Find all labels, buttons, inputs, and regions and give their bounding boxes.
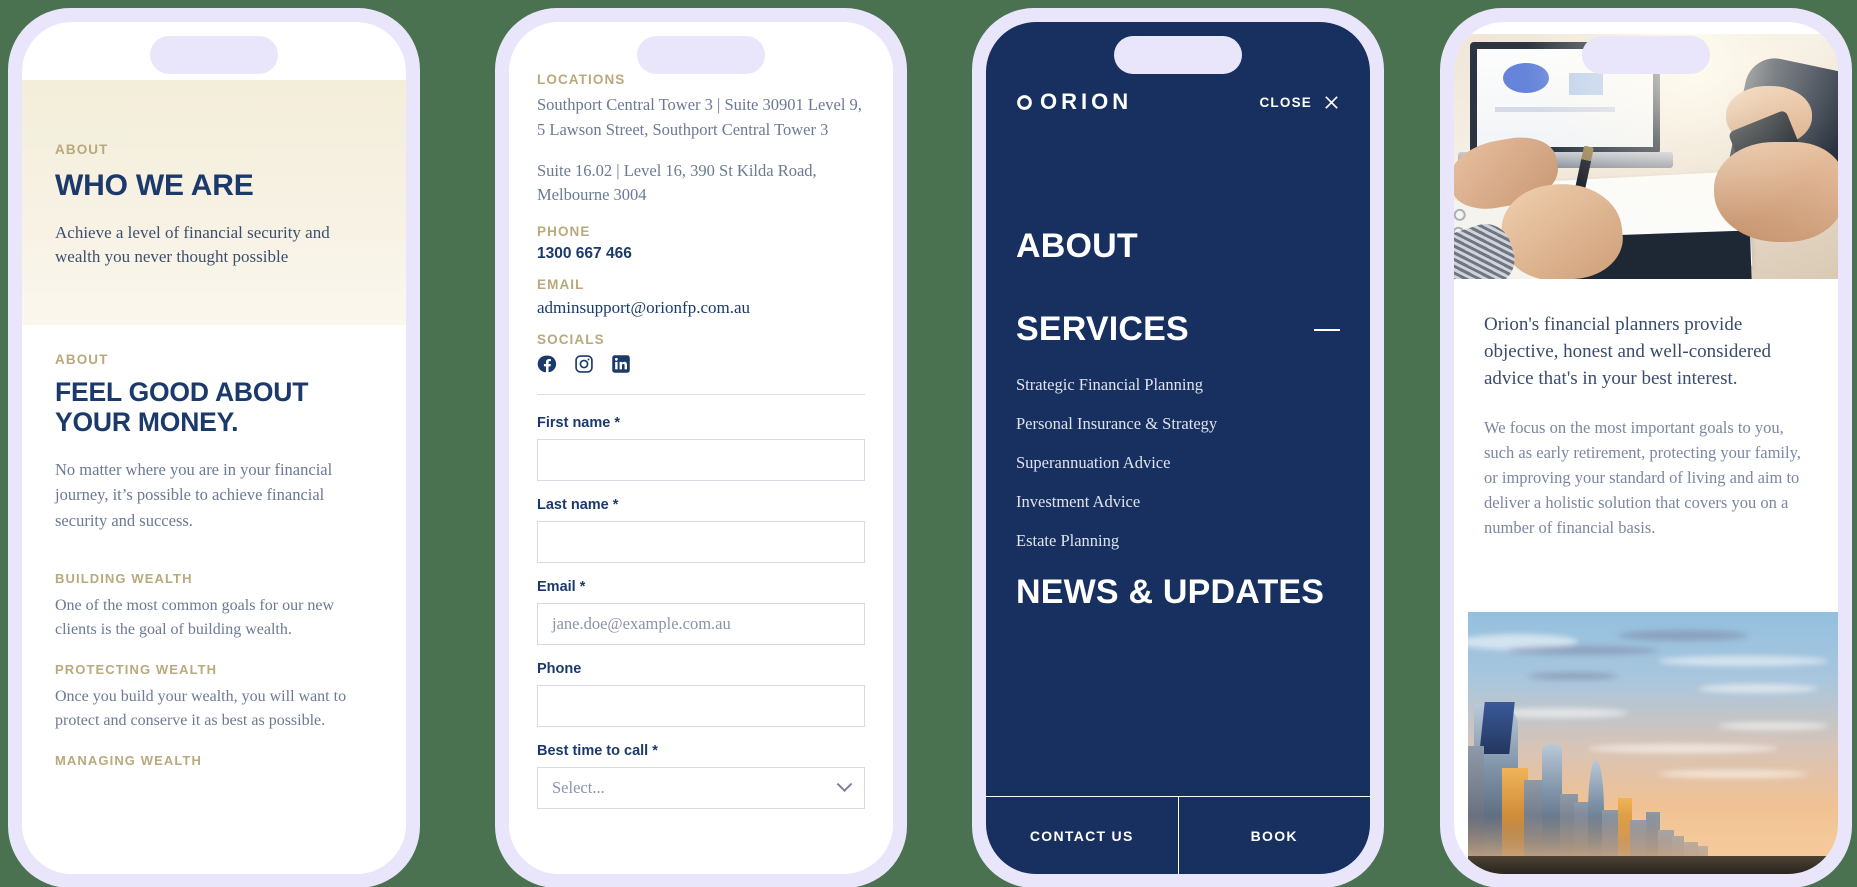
best-time-label: Best time to call * [537,743,658,759]
about-lede: Orion's financial planners provide objec… [1484,314,1772,389]
wealth-block-text: Once you build your wealth, you will wan… [55,687,347,729]
close-button-label: CLOSE [1259,94,1312,110]
first-name-input[interactable] [537,439,865,481]
phone-3-notch [1114,36,1242,74]
phone-label: PHONE [537,224,591,239]
contact-us-button[interactable]: CONTACT US [986,797,1178,874]
phone-mockup-2: LOCATIONS Southport Central Tower 3 | Su… [495,8,907,887]
phone-label: Phone [537,661,582,677]
screenshot-stage: ABOUT WHO WE ARE Achieve a level of fina… [0,0,1857,887]
submenu-item[interactable]: Superannuation Advice [1016,453,1340,473]
first-name-label: First name * [537,415,620,431]
about-hero-section: ABOUT WHO WE ARE Achieve a level of fina… [22,80,406,325]
wealth-block-title: MANAGING WEALTH [55,752,202,768]
phone-mockup-4: Orion's financial planners provide objec… [1440,8,1852,887]
email-field-group: Email * jane.doe@example.com.au [537,579,865,645]
facebook-icon[interactable] [537,354,557,374]
hero-heading: WHO WE ARE [55,169,254,202]
menu-item-news-label: NEWS & UPDATES [1016,573,1325,611]
orion-logo[interactable]: ORION [1016,89,1132,115]
social-links [537,354,865,390]
locations-label: LOCATIONS [537,72,626,87]
submenu-item[interactable]: Strategic Financial Planning [1016,375,1340,395]
city-skyline-sunset-photo [1468,612,1838,874]
phone-field-group: Phone [537,661,865,727]
wealth-block-text: One of the most common goals for our new… [55,596,335,638]
menu-item-about-label: ABOUT [1016,227,1138,265]
submenu-item[interactable]: Estate Planning [1016,531,1340,551]
phone-mockup-3: ORION CLOSE ABOUT SERVICES Strategic Fin… [972,8,1384,887]
section-lead: No matter where you are in your financia… [55,460,333,530]
wealth-block-title: BUILDING WEALTH [55,570,193,586]
address-line: Southport Central Tower 3 | Suite 30901 … [537,95,862,139]
menu-header: ORION CLOSE [986,74,1370,130]
section-heading: FEEL GOOD ABOUT YOUR MONEY. [55,377,309,438]
minus-icon[interactable] [1314,328,1340,331]
linkedin-icon[interactable] [611,354,631,374]
phone-input[interactable] [537,685,865,727]
book-button[interactable]: BOOK [1177,797,1371,874]
phone-2-screen: LOCATIONS Southport Central Tower 3 | Su… [509,22,893,874]
menu-item-services[interactable]: SERVICES [1016,310,1340,349]
instagram-icon[interactable] [574,354,594,374]
divider [537,394,865,395]
section-eyebrow: ABOUT [55,352,109,367]
best-time-field-group: Best time to call * Select... [537,743,865,809]
phone-mockup-1: ABOUT WHO WE ARE Achieve a level of fina… [8,8,420,887]
last-name-input[interactable] [537,521,865,563]
close-icon [1325,95,1338,109]
phone-1-screen: ABOUT WHO WE ARE Achieve a level of fina… [22,22,406,874]
contact-panel: LOCATIONS Southport Central Tower 3 | Su… [509,22,893,874]
chevron-down-icon [836,775,853,792]
wealth-block: PROTECTING WEALTH Once you build your we… [55,662,373,733]
main-menu: ABOUT SERVICES Strategic Financial Plann… [986,227,1370,796]
email-input[interactable]: jane.doe@example.com.au [537,603,865,645]
best-time-select-value: Select... [552,778,605,797]
hero-eyebrow: ABOUT [55,142,109,157]
orion-logo-text: ORION [1040,89,1133,114]
socials-label: SOCIALS [537,332,605,347]
menu-item-services-label: SERVICES [1016,310,1189,348]
wealth-block-title: PROTECTING WEALTH [55,661,218,677]
submenu-item[interactable]: Investment Advice [1016,492,1340,512]
email-value[interactable]: adminsupport@orionfp.com.au [537,298,865,318]
wealth-block: MANAGING WEALTH [55,753,373,768]
phone-value[interactable]: 1300 667 466 [537,245,865,263]
submenu-item[interactable]: Personal Insurance & Strategy [1016,414,1340,434]
last-name-label: Last name * [537,497,619,513]
first-name-field-group: First name * [537,415,865,481]
menu-item-news[interactable]: NEWS & UPDATES [1016,573,1340,612]
last-name-field-group: Last name * [537,497,865,563]
email-label: Email * [537,579,586,595]
orion-mark-icon [1017,94,1032,110]
phone-2-notch [637,36,765,74]
wealth-block: BUILDING WEALTH One of the most common g… [55,571,373,642]
hero-subtext: Achieve a level of financial security an… [55,222,330,266]
address-line: Suite 16.02 | Level 16, 390 St Kilda Roa… [537,160,817,205]
best-time-select[interactable]: Select... [537,767,865,809]
about-body: We focus on the most important goals to … [1484,417,1801,538]
phone-4-screen: Orion's financial planners provide objec… [1454,22,1838,874]
services-submenu: Strategic Financial Planning Personal In… [1016,375,1340,551]
phone-3-screen: ORION CLOSE ABOUT SERVICES Strategic Fin… [986,22,1370,874]
about-body-section: ABOUT FEEL GOOD ABOUT YOUR MONEY. No mat… [22,352,406,874]
about-copy: Orion's financial planners provide objec… [1454,312,1838,540]
phone-4-notch [1582,36,1710,74]
email-label: EMAIL [537,277,585,292]
menu-footer: CONTACT US BOOK [986,796,1370,874]
menu-item-about[interactable]: ABOUT [1016,227,1340,266]
phone-1-notch [150,36,278,74]
close-menu-button[interactable]: CLOSE [1259,94,1340,111]
